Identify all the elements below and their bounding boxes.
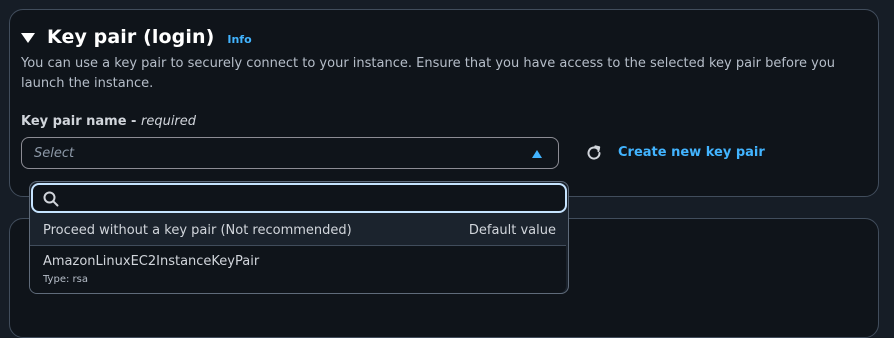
create-key-pair-link[interactable]: Create new key pair — [618, 145, 765, 160]
info-link[interactable]: Info — [227, 33, 251, 46]
search-icon — [43, 191, 59, 207]
refresh-icon[interactable] — [585, 144, 603, 162]
option-key-pair[interactable]: AmazonLinuxEC2InstanceKeyPair Type: rsa — [30, 245, 566, 293]
option-label: Proceed without a key pair (Not recommen… — [43, 223, 352, 238]
option-description: Type: rsa — [43, 274, 88, 285]
key-pair-select[interactable]: Select — [21, 137, 559, 169]
option-label: AmazonLinuxEC2InstanceKeyPair — [43, 254, 260, 269]
search-input[interactable] — [67, 187, 561, 211]
key-pair-dropdown: Proceed without a key pair (Not recommen… — [29, 181, 569, 294]
dropdown-search[interactable] — [31, 183, 567, 213]
option-no-key-pair[interactable]: Proceed without a key pair (Not recommen… — [30, 216, 568, 244]
section-title: Key pair (login) — [47, 26, 215, 48]
required-label: required — [140, 114, 197, 129]
key-pair-name-label: Key pair name - required — [21, 114, 196, 129]
caret-down-icon[interactable] — [21, 33, 35, 43]
caret-up-icon — [532, 150, 542, 158]
select-placeholder: Select — [34, 146, 75, 161]
field-label-text: Key pair name - — [21, 114, 141, 129]
section-description: You can use a key pair to securely conne… — [21, 56, 836, 91]
option-tag: Default value — [468, 223, 556, 238]
section-header[interactable]: Key pair (login) Info — [21, 26, 252, 48]
